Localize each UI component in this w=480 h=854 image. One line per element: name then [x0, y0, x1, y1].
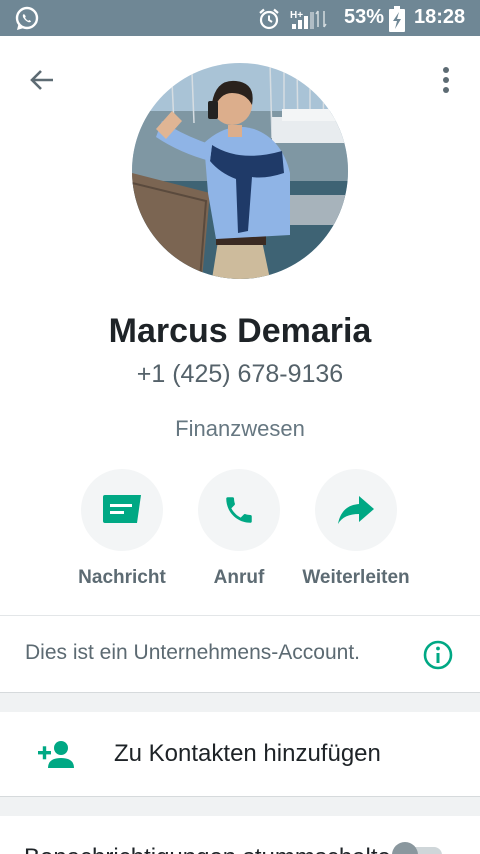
message-icon: [103, 495, 141, 523]
person-add-icon: [38, 741, 74, 768]
back-button[interactable]: [20, 58, 64, 102]
forward-action-label: Weiterleiten: [302, 567, 410, 588]
contact-name: Marcus Demaria: [108, 312, 372, 350]
add-to-contacts-row[interactable]: Zu Kontakten hinzufügen: [0, 712, 480, 796]
more-vert-icon: [443, 67, 449, 93]
profile-photo[interactable]: [132, 63, 348, 279]
message-action-button[interactable]: [81, 469, 163, 551]
toggle-thumb: [392, 842, 418, 854]
clock: 18:28: [414, 6, 466, 28]
signal-icon: H+: [290, 10, 327, 29]
profile-picture: [132, 63, 348, 279]
forward-action[interactable]: Weiterleiten: [286, 469, 426, 589]
phone-icon: [226, 497, 252, 523]
mute-notifications-toggle[interactable]: [392, 842, 446, 854]
mute-notifications-label: Benachrichtigungen stummschalten: [24, 844, 404, 854]
divider: [0, 615, 480, 616]
status-bar: H+ 53% 18:28: [0, 0, 480, 36]
arrow-back-icon: [30, 70, 53, 90]
svg-text:H+: H+: [290, 10, 303, 21]
call-action-button[interactable]: [198, 469, 280, 551]
business-category: Finanzwesen: [175, 416, 305, 441]
alarm-icon: [259, 8, 279, 30]
forward-icon: [338, 496, 374, 524]
section-gap: [0, 693, 480, 712]
battery-percent: 53%: [344, 6, 385, 28]
more-options-button[interactable]: [428, 58, 464, 102]
whatsapp-icon: [15, 6, 39, 30]
contact-phone: +1 (425) 678-9136: [136, 360, 344, 388]
business-account-note: Dies ist ein Unternehmens-Account.: [25, 641, 360, 664]
section-gap: [0, 797, 480, 816]
info-icon[interactable]: [422, 639, 454, 671]
add-to-contacts-label: Zu Kontakten hinzufügen: [114, 740, 381, 767]
mute-notifications-row[interactable]: Benachrichtigungen stummschalten: [0, 816, 480, 854]
battery-icon: [389, 6, 405, 32]
forward-action-button[interactable]: [315, 469, 397, 551]
